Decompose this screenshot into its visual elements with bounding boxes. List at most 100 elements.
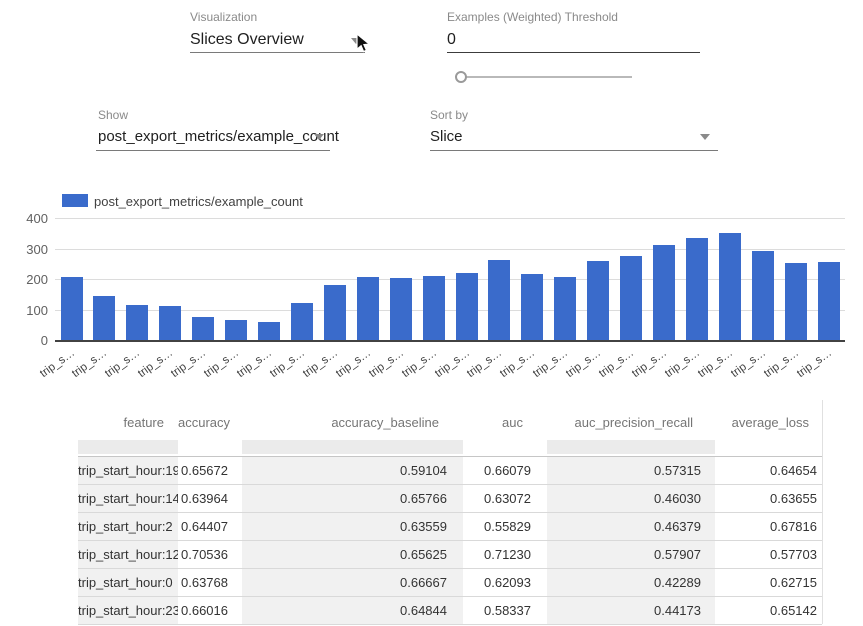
table-cell: trip_start_hour:2 <box>78 513 178 540</box>
table-cell: 0.59104 <box>242 457 463 484</box>
table-cell: 0.63072 <box>463 485 547 512</box>
table-cell: 0.65142 <box>715 597 822 624</box>
table-cell: 0.55829 <box>463 513 547 540</box>
legend-swatch <box>62 194 88 207</box>
table-cell: 0.65672 <box>178 457 242 484</box>
chevron-down-icon <box>314 134 324 140</box>
metrics-table: featureaccuracyaccuracy_baselineaucauc_p… <box>78 400 822 625</box>
bar[interactable] <box>620 256 642 340</box>
y-axis-tick-label: 200 <box>18 272 48 287</box>
table-cell: 0.63559 <box>242 513 463 540</box>
filter-cell <box>78 438 178 456</box>
table-cell: 0.66667 <box>242 569 463 596</box>
table-row: trip_start_hour:190.656720.591040.660790… <box>78 456 822 485</box>
table-cell: trip_start_hour:19 <box>78 457 178 484</box>
filter-cell <box>178 438 242 456</box>
bar[interactable] <box>752 251 774 340</box>
table-cell: 0.67816 <box>715 513 822 540</box>
sortby-label: Sort by <box>430 108 468 122</box>
filter-cell <box>715 438 822 456</box>
table-cell: 0.46379 <box>547 513 715 540</box>
bar[interactable] <box>653 245 675 340</box>
table-cell: 0.57703 <box>715 541 822 568</box>
table-header-row: featureaccuracyaccuracy_baselineaucauc_p… <box>78 400 822 438</box>
table-cell: 0.64844 <box>242 597 463 624</box>
table-cell: 0.63768 <box>178 569 242 596</box>
filter-cell <box>463 438 547 456</box>
column-header[interactable]: accuracy_baseline <box>242 400 463 438</box>
bar[interactable] <box>291 303 313 340</box>
column-filter-input[interactable] <box>547 440 715 454</box>
table-cell: trip_start_hour:12 <box>78 541 178 568</box>
visualization-underline <box>190 52 365 53</box>
bar[interactable] <box>324 285 346 340</box>
filter-cell <box>242 438 463 456</box>
table-cell: 0.62093 <box>463 569 547 596</box>
column-header[interactable]: auc <box>463 400 547 438</box>
table-filter-row <box>78 438 822 456</box>
bar[interactable] <box>93 296 115 340</box>
slicing-metrics-browser: Visualization Slices Overview Examples (… <box>0 0 863 626</box>
table-cell: 0.57315 <box>547 457 715 484</box>
sortby-select-underline <box>430 150 718 151</box>
bar[interactable] <box>686 238 708 340</box>
table-cell: 0.64654 <box>715 457 822 484</box>
bar[interactable] <box>390 278 412 340</box>
slider-thumb-icon[interactable] <box>455 71 467 83</box>
table-cell: 0.71230 <box>463 541 547 568</box>
threshold-underline <box>447 52 700 53</box>
gridline <box>55 218 845 219</box>
bar[interactable] <box>719 233 741 340</box>
table-cell: trip_start_hour:14 <box>78 485 178 512</box>
table-cell: 0.57907 <box>547 541 715 568</box>
table-cell: 0.65766 <box>242 485 463 512</box>
table-cell: trip_start_hour:0 <box>78 569 178 596</box>
metric-select-value: post_export_metrics/example_count <box>98 128 339 145</box>
table-row: trip_start_hour:230.660160.648440.583370… <box>78 597 822 625</box>
bar[interactable] <box>258 322 280 340</box>
column-filter-input[interactable] <box>78 440 178 454</box>
column-header[interactable]: auc_precision_recall <box>547 400 715 438</box>
y-axis-tick-label: 300 <box>18 242 48 257</box>
bar[interactable] <box>456 273 478 340</box>
table-cell: 0.42289 <box>547 569 715 596</box>
slider-track[interactable] <box>456 76 632 78</box>
visualization-label: Visualization <box>190 10 257 24</box>
bar[interactable] <box>357 277 379 340</box>
bar[interactable] <box>785 263 807 340</box>
show-label: Show <box>98 108 128 122</box>
y-axis-tick-label: 0 <box>18 333 48 348</box>
table-cell: 0.65625 <box>242 541 463 568</box>
bar[interactable] <box>587 261 609 340</box>
visualization-value: Slices Overview <box>190 31 304 49</box>
table-cell: 0.46030 <box>547 485 715 512</box>
table-cell: 0.64407 <box>178 513 242 540</box>
bar[interactable] <box>126 305 148 340</box>
column-header[interactable]: accuracy <box>178 400 242 438</box>
threshold-input[interactable]: 0 <box>447 31 456 49</box>
bar[interactable] <box>554 277 576 340</box>
table-cell: 0.63964 <box>178 485 242 512</box>
table-cell: 0.62715 <box>715 569 822 596</box>
table-row: trip_start_hour:120.705360.656250.712300… <box>78 541 822 569</box>
column-filter-input[interactable] <box>242 440 463 454</box>
bar[interactable] <box>521 274 543 340</box>
bar[interactable] <box>423 276 445 340</box>
table-cell: 0.44173 <box>547 597 715 624</box>
table-row: trip_start_hour:140.639640.657660.630720… <box>78 485 822 513</box>
legend-label: post_export_metrics/example_count <box>94 194 303 209</box>
table-row: trip_start_hour:20.644070.635590.558290.… <box>78 513 822 541</box>
x-axis-line <box>55 340 845 342</box>
bar[interactable] <box>488 260 510 340</box>
bar[interactable] <box>818 262 840 340</box>
bar[interactable] <box>159 306 181 340</box>
column-header[interactable]: average_loss <box>715 400 822 438</box>
table-cell: 0.66016 <box>178 597 242 624</box>
bar[interactable] <box>225 320 247 340</box>
bar[interactable] <box>61 277 83 340</box>
bar[interactable] <box>192 317 214 340</box>
table-row: trip_start_hour:00.637680.666670.620930.… <box>78 569 822 597</box>
column-header[interactable]: feature <box>78 400 178 438</box>
table-right-border <box>822 400 823 624</box>
chevron-down-icon <box>700 134 710 140</box>
